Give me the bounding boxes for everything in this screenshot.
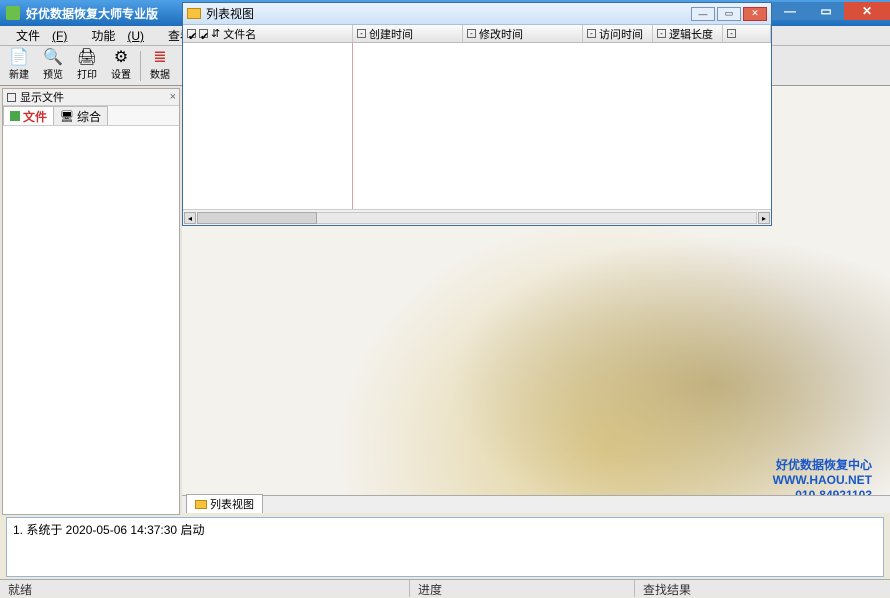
collapse-icon: -: [727, 29, 736, 38]
listview-hscrollbar[interactable]: ◂ ▸: [183, 209, 771, 225]
listview-left-pane: [183, 43, 353, 209]
data-icon: ≣: [153, 50, 166, 66]
left-panel-tabs: 文件 🖥综合: [3, 106, 179, 126]
child-titlebar[interactable]: 列表视图 — ▭ ✕: [183, 3, 771, 25]
content-bottom-tabs: 列表视图: [182, 495, 890, 513]
tb-new[interactable]: 📄新建: [2, 48, 36, 84]
left-panel: 显示文件 × 文件 🖥综合: [2, 88, 180, 515]
child-minimize-button[interactable]: —: [691, 7, 715, 21]
tb-print[interactable]: 🖨打印: [70, 48, 104, 84]
window-minimize-button[interactable]: —: [772, 2, 808, 20]
window-title: 好优数据恢复大师专业版: [26, 5, 158, 22]
tb-settings[interactable]: ⚙设置: [104, 48, 138, 84]
checkbox-icon[interactable]: ✔: [187, 29, 196, 38]
col-lsize[interactable]: -逻辑长度: [653, 25, 723, 42]
tab-compre[interactable]: 🖥综合: [53, 106, 108, 125]
tab-file[interactable]: 文件: [3, 106, 54, 125]
left-panel-header: 显示文件 ×: [3, 89, 179, 106]
print-icon: 🖨: [77, 50, 97, 66]
scroll-left-button[interactable]: ◂: [184, 212, 196, 224]
scroll-right-button[interactable]: ▸: [758, 212, 770, 224]
collapse-icon: -: [657, 29, 666, 38]
tb-data[interactable]: ≣数据: [143, 48, 177, 84]
preview-icon: 🔍: [43, 50, 63, 66]
child-window-title: 列表视图: [206, 5, 254, 22]
status-bar: 就绪 进度 查找结果: [0, 579, 890, 597]
left-panel-close-button[interactable]: ×: [170, 91, 176, 103]
child-close-button[interactable]: ✕: [743, 7, 767, 21]
listview-right-pane: [353, 43, 771, 209]
status-result: 查找结果: [635, 580, 890, 597]
new-icon: 📄: [9, 50, 29, 66]
collapse-icon: -: [357, 29, 366, 38]
bottom-tab-listview[interactable]: 列表视图: [186, 494, 263, 513]
collapse-icon: -: [587, 29, 596, 38]
menu-func[interactable]: 功能(U): [79, 25, 156, 46]
log-line: 1. 系统于 2020-05-06 14:37:30 启动: [13, 521, 877, 538]
status-progress: 进度: [410, 580, 635, 597]
child-maximize-button[interactable]: ▭: [717, 7, 741, 21]
listview-header: ✔ ✔ ⇵ 文件名 -创建时间 -修改时间 -访问时间 -逻辑长度 -: [183, 25, 771, 43]
window-maximize-button[interactable]: ▭: [808, 2, 844, 20]
window-close-button[interactable]: ✕: [844, 2, 890, 20]
sort-icon: ⇵: [211, 27, 220, 40]
col-mtime[interactable]: -修改时间: [463, 25, 583, 42]
listview-tab-icon: [195, 500, 207, 509]
status-ready: 就绪: [0, 580, 410, 597]
left-panel-body: [3, 126, 179, 514]
compre-tab-icon: 🖥: [60, 110, 74, 123]
col-atime[interactable]: -访问时间: [583, 25, 653, 42]
file-tab-icon: [10, 111, 20, 121]
checkbox-icon[interactable]: [7, 93, 16, 102]
listview-body: [183, 43, 771, 209]
settings-icon: ⚙: [114, 50, 128, 66]
menu-file[interactable]: 文件(F): [4, 25, 79, 46]
child-window-icon: [187, 8, 201, 19]
col-extra[interactable]: -: [723, 25, 771, 42]
scroll-thumb[interactable]: [197, 212, 317, 224]
log-panel: 1. 系统于 2020-05-06 14:37:30 启动: [6, 517, 884, 577]
tb-preview[interactable]: 🔍预览: [36, 48, 70, 84]
col-ctime[interactable]: -创建时间: [353, 25, 463, 42]
listview-child-window: 列表视图 — ▭ ✕ ✔ ✔ ⇵ 文件名 -创建时间 -修改时间 -访问时间 -…: [182, 2, 772, 226]
toolbar-separator: [140, 51, 141, 81]
collapse-icon: -: [467, 29, 476, 38]
app-icon: [6, 6, 20, 20]
checkbox-icon[interactable]: ✔: [199, 29, 208, 38]
left-panel-title: 显示文件: [20, 89, 64, 105]
col-filename[interactable]: ✔ ✔ ⇵ 文件名: [183, 25, 353, 42]
